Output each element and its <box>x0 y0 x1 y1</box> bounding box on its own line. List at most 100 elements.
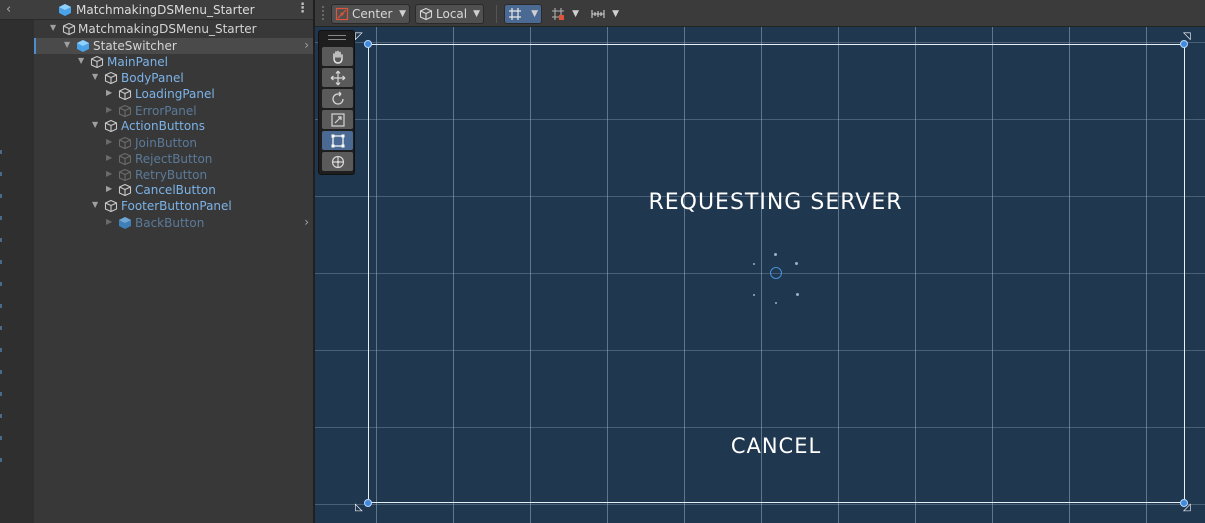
hierarchy-item-actionbuttons[interactable]: ▼ ActionButtons <box>34 118 313 134</box>
prefab-icon <box>119 217 131 229</box>
ruler-icon <box>591 10 605 18</box>
anchor-bottom-right-icon[interactable]: ◿ <box>1183 502 1195 514</box>
hierarchy-item-stateswitcher[interactable]: ▼ StateSwitcher › <box>34 38 313 54</box>
spinner-dot <box>795 262 798 265</box>
hierarchy-item-retrybutton[interactable]: ▶ RetryButton <box>34 167 313 183</box>
more-options-icon[interactable]: ⋮ <box>296 1 309 16</box>
scene-header[interactable]: ‹ MatchmakingDSMenu_Starter ⋮ <box>0 0 313 20</box>
chevron-left-icon[interactable]: ‹ <box>6 2 11 17</box>
selection-indicator <box>34 38 36 54</box>
spinner-dot <box>774 253 777 256</box>
toolbar-grip[interactable] <box>322 6 324 22</box>
gameobject-icon <box>118 152 132 166</box>
expand-arrow-icon[interactable]: ▼ <box>92 200 102 212</box>
spinner-dot <box>775 302 777 304</box>
hierarchy-item-bodypanel[interactable]: ▼ BodyPanel <box>34 70 313 86</box>
expand-arrow-icon[interactable]: ▼ <box>92 120 102 132</box>
cancel-button[interactable]: CANCEL <box>676 434 876 458</box>
rect-transform-icon <box>331 134 344 147</box>
scale-tool-button[interactable] <box>322 110 353 129</box>
spinner-pivot-icon[interactable] <box>770 267 782 279</box>
gameobject-icon <box>118 87 132 101</box>
scene-title: MatchmakingDSMenu_Starter <box>76 3 255 17</box>
expand-arrow-icon[interactable]: ▼ <box>92 72 102 84</box>
hierarchy-item-joinbutton[interactable]: ▶ JoinButton <box>34 135 313 151</box>
move-tool-button[interactable] <box>322 68 353 87</box>
hierarchy-item-loadingpanel[interactable]: ▶ LoadingPanel <box>34 86 313 102</box>
gameobject-icon <box>104 71 118 85</box>
chevron-down-icon: ▼ <box>399 9 406 19</box>
gameobject-icon <box>118 136 132 150</box>
grid-snapping-toggle[interactable]: ▼ <box>547 4 583 24</box>
pivot-center-icon <box>335 7 349 21</box>
gameobject-icon <box>118 104 132 118</box>
collapse-arrow-icon[interactable]: ▶ <box>106 88 116 100</box>
grid-visibility-toggle[interactable]: ▼ <box>504 4 542 24</box>
requesting-server-text: REQUESTING SERVER <box>648 190 903 215</box>
gameobject-icon <box>62 22 76 36</box>
expand-arrow-icon[interactable]: ▼ <box>78 56 88 68</box>
local-space-icon <box>419 7 433 21</box>
hierarchy-item-label: BodyPanel <box>121 71 184 85</box>
rotate-icon <box>331 91 344 105</box>
hierarchy-item-label: ActionButtons <box>121 119 206 133</box>
hand-icon <box>332 50 343 64</box>
rect-tool-button[interactable] <box>322 131 353 150</box>
prefab-icon <box>77 40 89 52</box>
collapse-arrow-icon[interactable]: ▶ <box>106 137 116 149</box>
rotate-tool-button[interactable] <box>322 89 353 108</box>
chevron-down-icon: ▼ <box>531 9 538 19</box>
collapse-arrow-icon[interactable]: ▶ <box>106 153 116 165</box>
hierarchy-item-label: MainPanel <box>107 55 169 69</box>
hierarchy-item-label: JoinButton <box>135 136 198 150</box>
expand-arrow-icon[interactable]: ▼ <box>50 23 60 35</box>
strip-markers <box>0 150 2 480</box>
hierarchy-left-strip <box>0 0 34 523</box>
collapse-arrow-icon[interactable]: ▶ <box>106 184 116 196</box>
tool-palette <box>318 30 355 175</box>
chevron-right-icon[interactable]: › <box>304 38 309 52</box>
anchor-bottom-left-icon[interactable]: ◺ <box>355 502 367 514</box>
unity-scene-icon <box>59 4 71 16</box>
hierarchy-item-label: ErrorPanel <box>135 104 197 118</box>
anchor-top-right-icon[interactable]: ◹ <box>1183 31 1195 43</box>
increment-snapping-dropdown[interactable]: ▼ <box>587 4 623 24</box>
hierarchy-item-label: CancelButton <box>135 183 216 197</box>
transform-tool-button[interactable] <box>322 152 353 171</box>
hierarchy-item-cancelbutton[interactable]: ▶ CancelButton <box>34 182 313 198</box>
chevron-right-icon[interactable]: › <box>304 215 309 229</box>
expand-arrow-icon[interactable]: ▼ <box>64 40 74 52</box>
hierarchy-item-errorpanel[interactable]: ▶ ErrorPanel <box>34 103 313 119</box>
collapse-arrow-icon[interactable]: ▶ <box>106 105 116 117</box>
hierarchy-item-matchmaking-root[interactable]: ▼ MatchmakingDSMenu_Starter <box>34 21 313 37</box>
hierarchy-item-rejectbutton[interactable]: ▶ RejectButton <box>34 151 313 167</box>
chevron-down-icon: ▼ <box>572 9 579 19</box>
move-icon <box>330 70 345 85</box>
chevron-down-icon: ▼ <box>612 9 619 19</box>
anchor-top-left-icon[interactable]: ◸ <box>355 31 367 43</box>
hierarchy-item-backbutton[interactable]: ▶ BackButton › <box>34 215 313 231</box>
hierarchy-item-label: FooterButtonPanel <box>121 199 232 213</box>
hierarchy-item-label: MatchmakingDSMenu_Starter <box>78 22 257 36</box>
scene-view[interactable]: ◸ ◹ ◺ ◿ REQUESTING SERVER CANCEL <box>315 27 1205 523</box>
pivot-mode-dropdown[interactable]: Center ▼ <box>331 4 410 24</box>
hand-tool-button[interactable] <box>322 47 353 66</box>
spinner-dot <box>753 263 755 265</box>
hierarchy-panel: ‹ MatchmakingDSMenu_Starter ⋮ ▼ Matchmak… <box>0 0 313 523</box>
transform-icon <box>331 155 344 168</box>
palette-grip[interactable] <box>328 35 346 40</box>
pivot-rotation-dropdown[interactable]: Local ▼ <box>415 4 484 24</box>
gameobject-icon <box>90 55 104 69</box>
scene-toolbar: Center ▼ Local ▼ ▼ ▼ ▼ <box>315 0 1205 27</box>
pivot-mode-label: Center <box>352 7 393 21</box>
pivot-rotation-label: Local <box>436 7 468 21</box>
hierarchy-item-mainpanel[interactable]: ▼ MainPanel <box>34 54 313 70</box>
gameobject-icon <box>104 199 118 213</box>
hierarchy-item-footerbuttonpanel[interactable]: ▼ FooterButtonPanel <box>34 198 313 214</box>
spinner-dot <box>753 294 755 296</box>
gameobject-icon <box>118 183 132 197</box>
collapse-arrow-icon[interactable]: ▶ <box>106 217 116 229</box>
collapse-arrow-icon[interactable]: ▶ <box>106 169 116 181</box>
toolbar-separator <box>496 5 497 23</box>
gameobject-icon <box>118 168 132 182</box>
